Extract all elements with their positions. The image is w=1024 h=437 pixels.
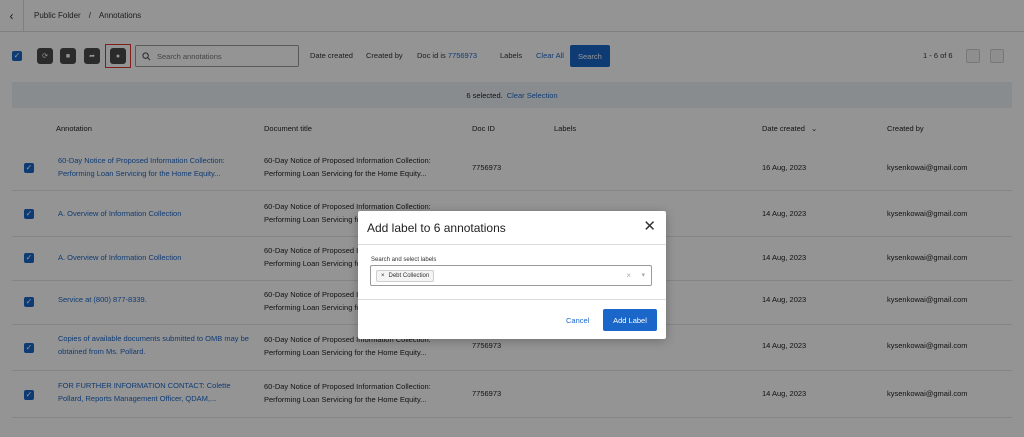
clear-select-icon[interactable]: × <box>626 271 631 280</box>
selected-label-text: Debt Collection <box>388 273 430 279</box>
add-label-button[interactable]: Add Label <box>603 309 657 331</box>
selected-label-chip: × Debt Collection <box>376 270 435 282</box>
close-icon: ✕ <box>643 218 656 235</box>
dialog-title: Add label to 6 annotations <box>367 221 506 235</box>
remove-chip-icon[interactable]: × <box>381 273 385 279</box>
cancel-button[interactable]: Cancel <box>566 316 589 325</box>
dialog-divider <box>358 244 666 245</box>
add-label-dialog: Add label to 6 annotations ✕ Search and … <box>358 211 666 339</box>
close-button[interactable]: ✕ <box>643 219 656 234</box>
annotations-page: ‹ Public Folder / Annotations ✓ ⟳ ■ ➦ ● … <box>0 0 1024 437</box>
chevron-down-icon[interactable]: ▾ <box>641 271 645 279</box>
label-select[interactable]: × Debt Collection × ▾ <box>370 265 652 286</box>
dialog-divider <box>358 299 666 300</box>
label-select-caption: Search and select labels <box>371 257 437 263</box>
